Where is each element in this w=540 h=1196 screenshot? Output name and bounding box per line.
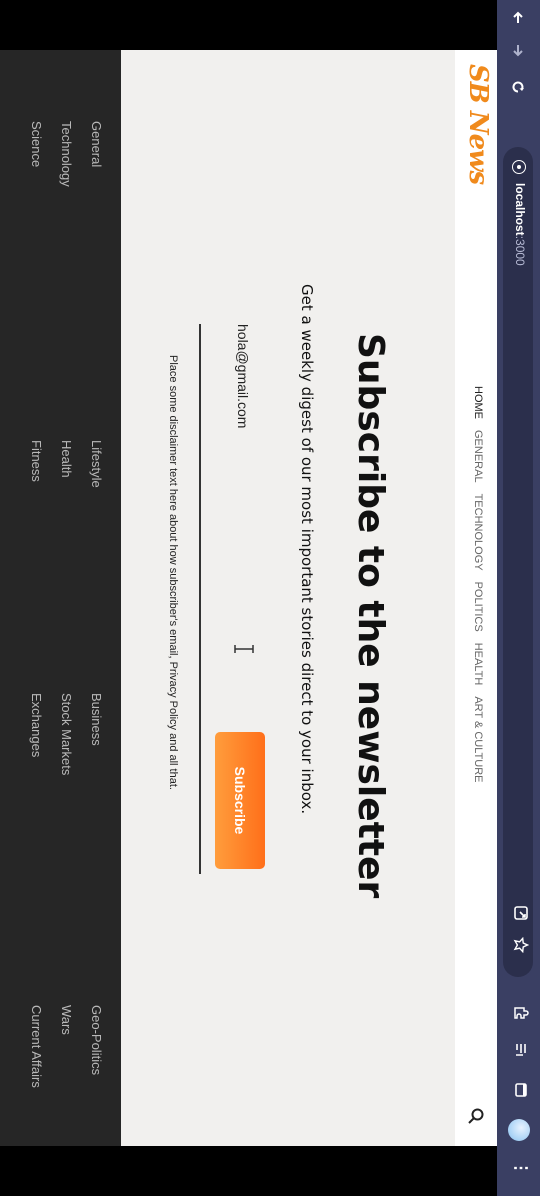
address-bar[interactable]: [503, 147, 533, 977]
open-in-app-icon[interactable]: [509, 903, 529, 923]
nav-home[interactable]: HOME: [472, 386, 484, 419]
footer-link[interactable]: Health: [51, 440, 81, 488]
tab-icon[interactable]: [509, 1080, 529, 1100]
subscribe-button[interactable]: Subscribe: [215, 732, 265, 869]
footer-link[interactable]: Exchanges: [21, 693, 51, 775]
nav-health[interactable]: HEALTH: [472, 643, 484, 686]
star-icon[interactable]: [509, 935, 530, 955]
newsletter-title: Subscribe to the newsletter: [350, 333, 391, 899]
landscape-stage: localhost:3000 ⋮ SB News HOME GENERAL TE…: [0, 0, 540, 1196]
footer-link[interactable]: Current Affairs: [21, 1005, 51, 1088]
footer-link[interactable]: Wars: [51, 1005, 81, 1088]
footer-column: General Technology Science: [21, 121, 111, 187]
nav-art-culture[interactable]: ART & CULTURE: [472, 696, 484, 782]
footer-link[interactable]: Stock Markets: [51, 693, 81, 775]
main-nav: HOME GENERAL TECHNOLOGY POLITICS HEALTH …: [472, 386, 484, 783]
search-icon[interactable]: [467, 1107, 485, 1125]
footer-column: Lifestyle Health Fitness: [21, 440, 111, 488]
footer-link[interactable]: Science: [21, 121, 51, 187]
url-host: localhost: [513, 183, 527, 236]
footer-link[interactable]: Business: [81, 693, 111, 775]
email-field[interactable]: hola@gmail.com: [235, 324, 251, 428]
footer-column: Business Stock Markets Exchanges: [21, 693, 111, 775]
url-text[interactable]: localhost:3000: [513, 183, 527, 266]
back-arrow-icon[interactable]: [497, 3, 540, 33]
footer-column: Geo-Politics Wars Current Affairs: [21, 1005, 111, 1088]
nav-general[interactable]: GENERAL: [472, 430, 484, 483]
url-port: :3000: [513, 235, 527, 266]
site-logo[interactable]: SB News: [463, 64, 493, 184]
page: SB News HOME GENERAL TECHNOLOGY POLITICS…: [0, 50, 497, 1146]
site-header: SB News HOME GENERAL TECHNOLOGY POLITICS…: [454, 50, 497, 1146]
newsletter-section: Subscribe to the newsletter Get a weekly…: [121, 50, 455, 1146]
footer-link[interactable]: Technology: [51, 121, 81, 187]
info-icon[interactable]: [512, 160, 526, 174]
reading-list-icon[interactable]: [509, 1040, 529, 1060]
disclaimer-text: Place some disclaimer text here about ho…: [167, 355, 179, 790]
nav-politics[interactable]: POLITICS: [472, 582, 484, 632]
menu-icon[interactable]: ⋮: [512, 1160, 529, 1176]
footer-link[interactable]: Lifestyle: [81, 440, 111, 488]
footer-link[interactable]: Fitness: [21, 440, 51, 488]
reload-icon[interactable]: [497, 72, 540, 102]
forward-arrow-icon[interactable]: [497, 35, 540, 65]
site-footer: General Technology Science Lifestyle Hea…: [0, 50, 121, 1146]
footer-link[interactable]: General: [81, 121, 111, 187]
extension-icon[interactable]: [509, 1003, 529, 1023]
newsletter-subtitle: Get a weekly digest of our most importan…: [298, 284, 316, 815]
avatar-icon[interactable]: [508, 1119, 530, 1141]
subscribe-form: hola@gmail.com Subscribe: [199, 324, 267, 874]
nav-technology[interactable]: TECHNOLOGY: [472, 494, 484, 571]
footer-link[interactable]: Geo-Politics: [81, 1005, 111, 1088]
text-cursor-icon: [234, 645, 254, 653]
